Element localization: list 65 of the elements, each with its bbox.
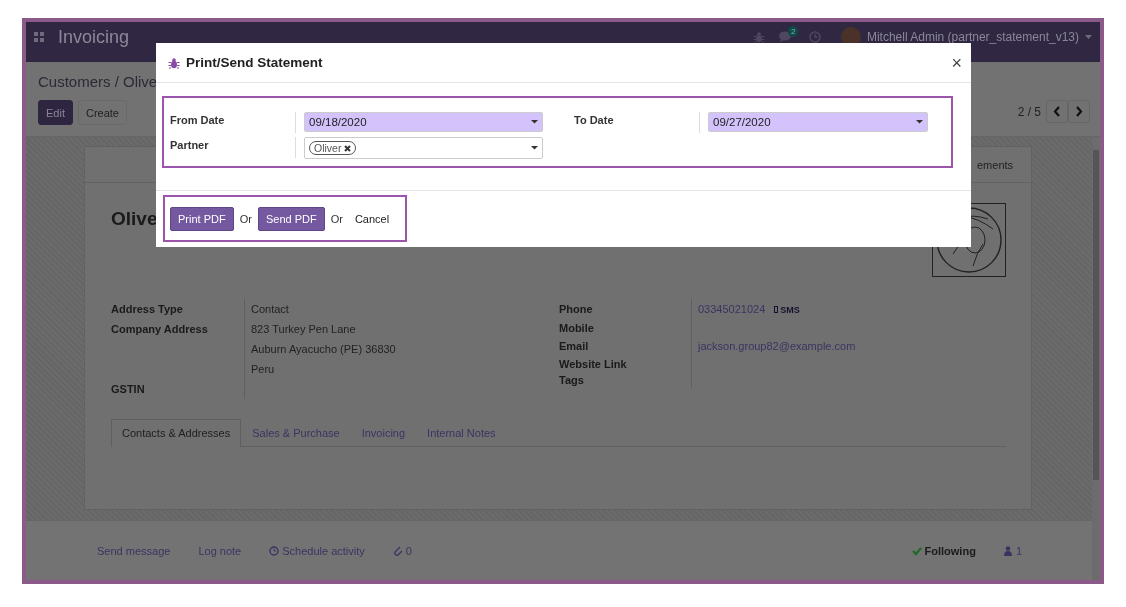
field-label: Mobile [559,320,595,336]
previous-button[interactable] [1046,100,1068,123]
close-button[interactable]: × [951,53,962,72]
dialog-title: Print/Send Statement [186,55,323,70]
pager-count: 2 / 5 [1017,104,1041,119]
breadcrumb: Customers / Olive [38,73,158,90]
or-text: Or [330,212,343,225]
message-count-badge: 2 [787,26,799,37]
field-value: Auburn Ayacucho (PE) 36830 [251,343,396,355]
field-label: Address Type [111,302,184,317]
apps-menu-icon [34,32,44,42]
field-value: Contact [251,303,289,315]
field-value: 823 Turkey Pen Lane [251,323,356,335]
date-field[interactable]: 09/18/2020 [304,112,543,132]
field-link[interactable]: jackson.group82@example.com [698,339,856,352]
date-field[interactable]: 09/27/2020 [708,112,928,132]
chatter-action[interactable]: Log note [198,544,242,557]
field-label: Tags [559,372,585,388]
chat-icon [778,31,791,43]
field-label: Phone [559,302,594,317]
sms-link[interactable]: SMS [774,299,800,320]
followers-button[interactable]: 1 [1003,544,1022,557]
field-label: GSTIN [111,382,146,397]
caret-icon [1085,35,1092,39]
bug-icon [168,56,180,69]
scrollbar[interactable] [1092,137,1100,580]
following-button[interactable]: Following [911,544,976,557]
paperclip-icon [392,545,403,556]
clock-icon [269,545,280,556]
next-button[interactable] [1068,100,1090,123]
tab[interactable]: Contacts & Addresses [111,419,242,447]
field-label: From Date [170,113,226,126]
phone-icon [774,306,779,313]
chevron-icon [1075,106,1083,117]
app-name[interactable]: Invoicing [58,26,130,48]
partner-field[interactable]: Oliver [304,137,543,159]
field-label: Company Address [111,322,209,337]
check-icon [911,545,922,556]
chatter-action[interactable]: Schedule activity [269,544,365,557]
field-label: Website Link [559,356,628,372]
field-label: Partner [170,138,210,151]
field-label: Email [559,338,590,354]
field-label: To Date [574,113,615,126]
user-icon [1003,545,1012,556]
chevron-icon [1053,106,1061,117]
tab[interactable]: Sales & Purchase [241,419,351,446]
smart-button[interactable]: ements [977,158,1014,171]
edit-button[interactable]: Edit [38,100,73,125]
caret-icon [531,120,538,124]
caret-icon [531,146,538,150]
create-button[interactable]: Create [77,100,127,125]
record-title: Olive [111,208,158,230]
tab[interactable]: Invoicing [350,419,417,446]
field-value: Peru [251,363,275,375]
chatter-action[interactable]: Send message [97,544,171,557]
remove-icon[interactable] [344,144,352,152]
field-link[interactable]: 03345021024 [698,303,766,315]
pdf-button[interactable]: Send PDF [257,206,325,231]
attachment-count[interactable]: 0 [392,544,412,557]
or-text: Or [239,212,252,225]
user-menu[interactable]: Mitchell Admin (partner_statement_v13) [866,30,1079,44]
cancel-button[interactable]: Cancel [348,212,396,225]
tab[interactable]: Internal Notes [416,419,507,446]
caret-icon [916,120,923,124]
pdf-button[interactable]: Print PDF [170,206,234,231]
